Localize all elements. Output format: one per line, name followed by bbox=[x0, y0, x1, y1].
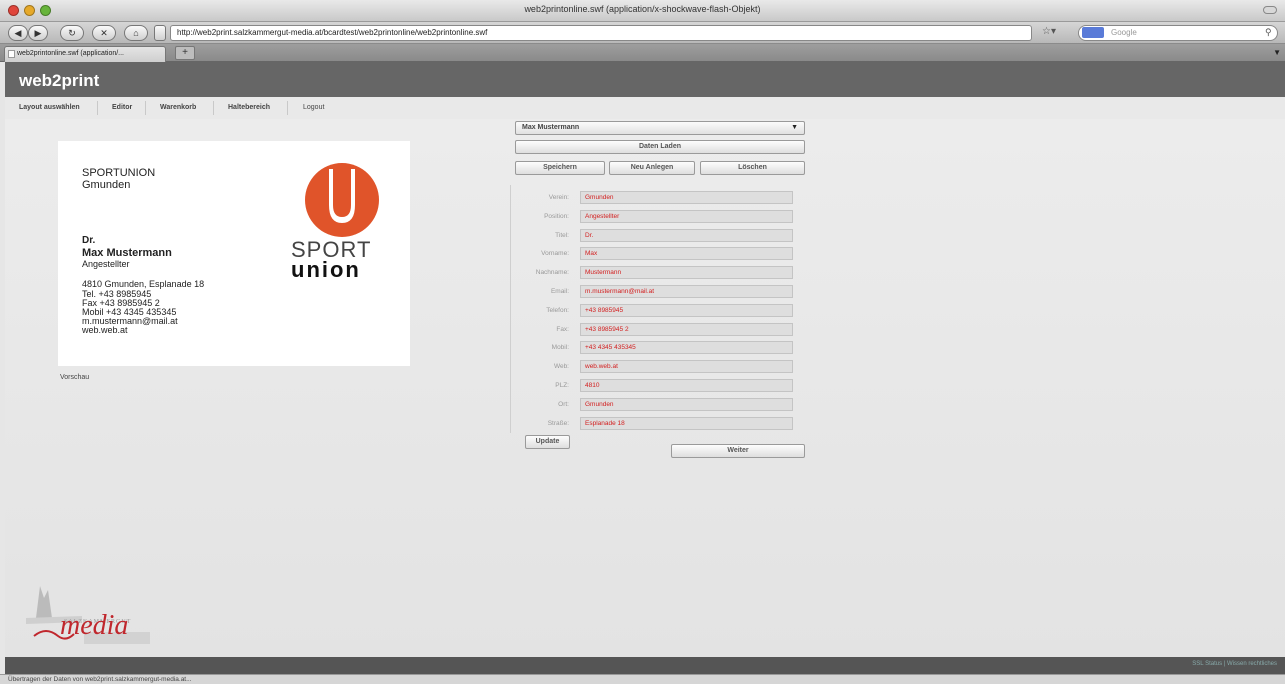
tab-label: web2printonline.swf (application/... bbox=[17, 50, 125, 57]
browser-tab[interactable]: web2printonline.swf (application/... bbox=[4, 46, 166, 62]
search-engine-icon[interactable] bbox=[1082, 27, 1104, 38]
form-field-input[interactable]: Gmunden bbox=[580, 398, 793, 411]
card-title: Dr. bbox=[82, 235, 96, 246]
window-title: web2printonline.swf (application/x-shock… bbox=[524, 4, 761, 14]
menu-warenkorb[interactable]: Warenkorb bbox=[160, 104, 196, 111]
form-field-label: Email: bbox=[550, 288, 569, 295]
url-bar[interactable]: http://web2print.salzkammergut-media.at/… bbox=[170, 25, 1032, 41]
stop-icon[interactable]: ✕ bbox=[92, 25, 116, 41]
menu-divider bbox=[145, 101, 146, 115]
form-field-input[interactable]: Max bbox=[580, 247, 793, 260]
form-field-input[interactable]: +43 4345 435345 bbox=[580, 341, 793, 354]
form-field-input[interactable]: Esplanade 18 bbox=[580, 417, 793, 430]
form-field-label: Web: bbox=[553, 363, 569, 370]
card-club-line2: Gmunden bbox=[82, 179, 131, 191]
menu-layout-auswaehlen[interactable]: Layout auswählen bbox=[19, 104, 80, 111]
back-button[interactable]: ◀ bbox=[8, 25, 28, 41]
card-web: web.web.at bbox=[82, 325, 128, 335]
form-field-label: Ort: bbox=[558, 401, 569, 408]
card-address: 4810 Gmunden, Esplanade 18 bbox=[82, 279, 205, 289]
menu-divider bbox=[287, 101, 288, 115]
form-field-input[interactable]: Gmunden bbox=[580, 191, 793, 204]
search-icon[interactable]: ⚲ bbox=[1265, 27, 1272, 38]
card-position: Angestellter bbox=[82, 259, 130, 269]
toolbar-toggle-button[interactable] bbox=[1263, 6, 1277, 14]
sportunion-logo-icon bbox=[305, 163, 379, 237]
form-field-label: Vorname: bbox=[541, 250, 569, 257]
browser-toolbar: ◀ ▶ ↻ ✕ ⌂ http://web2print.salzkammergut… bbox=[0, 22, 1285, 44]
form-field-label: Position: bbox=[544, 213, 569, 220]
forward-button[interactable]: ▶ bbox=[28, 25, 48, 41]
page-icon bbox=[8, 50, 15, 58]
app-menu: Layout auswählen Editor Warenkorb Halteb… bbox=[5, 97, 1285, 119]
form-field-input[interactable]: +43 8985945 2 bbox=[580, 323, 793, 336]
form-field-label: Nachname: bbox=[535, 269, 569, 276]
form-field-label: Mobil: bbox=[551, 344, 569, 351]
form-field-input[interactable]: 4810 bbox=[580, 379, 793, 392]
home-icon[interactable]: ⌂ bbox=[124, 25, 148, 41]
form-field-input[interactable]: web.web.at bbox=[580, 360, 793, 373]
person-select-value: Max Mustermann bbox=[522, 124, 580, 131]
tab-bar: web2printonline.swf (application/... + ▼ bbox=[0, 44, 1285, 62]
tab-list-icon[interactable]: ▼ bbox=[1273, 48, 1281, 57]
form-field-label: PLZ: bbox=[555, 382, 569, 389]
new-record-button[interactable]: Neu Anlegen bbox=[609, 161, 695, 175]
browser-status-bar: Übertragen der Daten von web2print.salzk… bbox=[0, 674, 1285, 684]
load-data-button[interactable]: Daten Laden bbox=[515, 140, 805, 154]
form-field-input[interactable]: Mustermann bbox=[580, 266, 793, 279]
form-field-input[interactable]: Dr. bbox=[580, 229, 793, 242]
window-titlebar: web2printonline.swf (application/x-shock… bbox=[0, 0, 1285, 22]
form-field-label: Telefon: bbox=[546, 307, 569, 314]
page-icon bbox=[154, 25, 166, 41]
form-field-input[interactable]: +43 8985945 bbox=[580, 304, 793, 317]
menu-logout[interactable]: Logout bbox=[303, 104, 324, 111]
next-button[interactable]: Weiter bbox=[671, 444, 805, 458]
form-field-label: Titel: bbox=[555, 232, 569, 239]
form-field-label: Verein: bbox=[548, 194, 569, 201]
delete-button[interactable]: Löschen bbox=[700, 161, 805, 175]
app-logo: web2print bbox=[19, 71, 100, 90]
reload-icon[interactable]: ↻ bbox=[60, 25, 84, 41]
form-field-input[interactable]: Angestellter bbox=[580, 210, 793, 223]
business-card-preview: SPORTUNION Gmunden Dr. Max Mustermann An… bbox=[58, 141, 410, 366]
card-logo-word2: union bbox=[291, 257, 361, 282]
app-footer: SSL Status | Wissen rechtliches bbox=[5, 657, 1285, 674]
menu-haltebereich[interactable]: Haltebereich bbox=[228, 104, 270, 111]
app-header: web2print bbox=[5, 62, 1285, 97]
chevron-down-icon: ▼ bbox=[791, 124, 798, 131]
update-button[interactable]: Update bbox=[525, 435, 570, 449]
footer-brand: media bbox=[60, 610, 129, 641]
bookmark-star-icon[interactable]: ☆▾ bbox=[1042, 26, 1056, 37]
menu-divider bbox=[213, 101, 214, 115]
menu-divider bbox=[97, 101, 98, 115]
new-tab-button[interactable]: + bbox=[175, 46, 195, 60]
search-input[interactable]: Google bbox=[1078, 25, 1278, 41]
menu-editor[interactable]: Editor bbox=[112, 104, 132, 111]
card-name: Max Mustermann bbox=[82, 247, 172, 259]
form-field-label: Straße: bbox=[547, 420, 569, 427]
form-field-label: Fax: bbox=[556, 326, 569, 333]
footer-links[interactable]: SSL Status | Wissen rechtliches bbox=[1192, 661, 1277, 667]
person-select[interactable]: Max Mustermann ▼ bbox=[515, 121, 805, 135]
preview-caption: Vorschau bbox=[60, 374, 90, 381]
form-field-input[interactable]: m.mustermann@mail.at bbox=[580, 285, 793, 298]
save-button[interactable]: Speichern bbox=[515, 161, 605, 175]
card-club-line1: SPORTUNION bbox=[82, 167, 156, 179]
